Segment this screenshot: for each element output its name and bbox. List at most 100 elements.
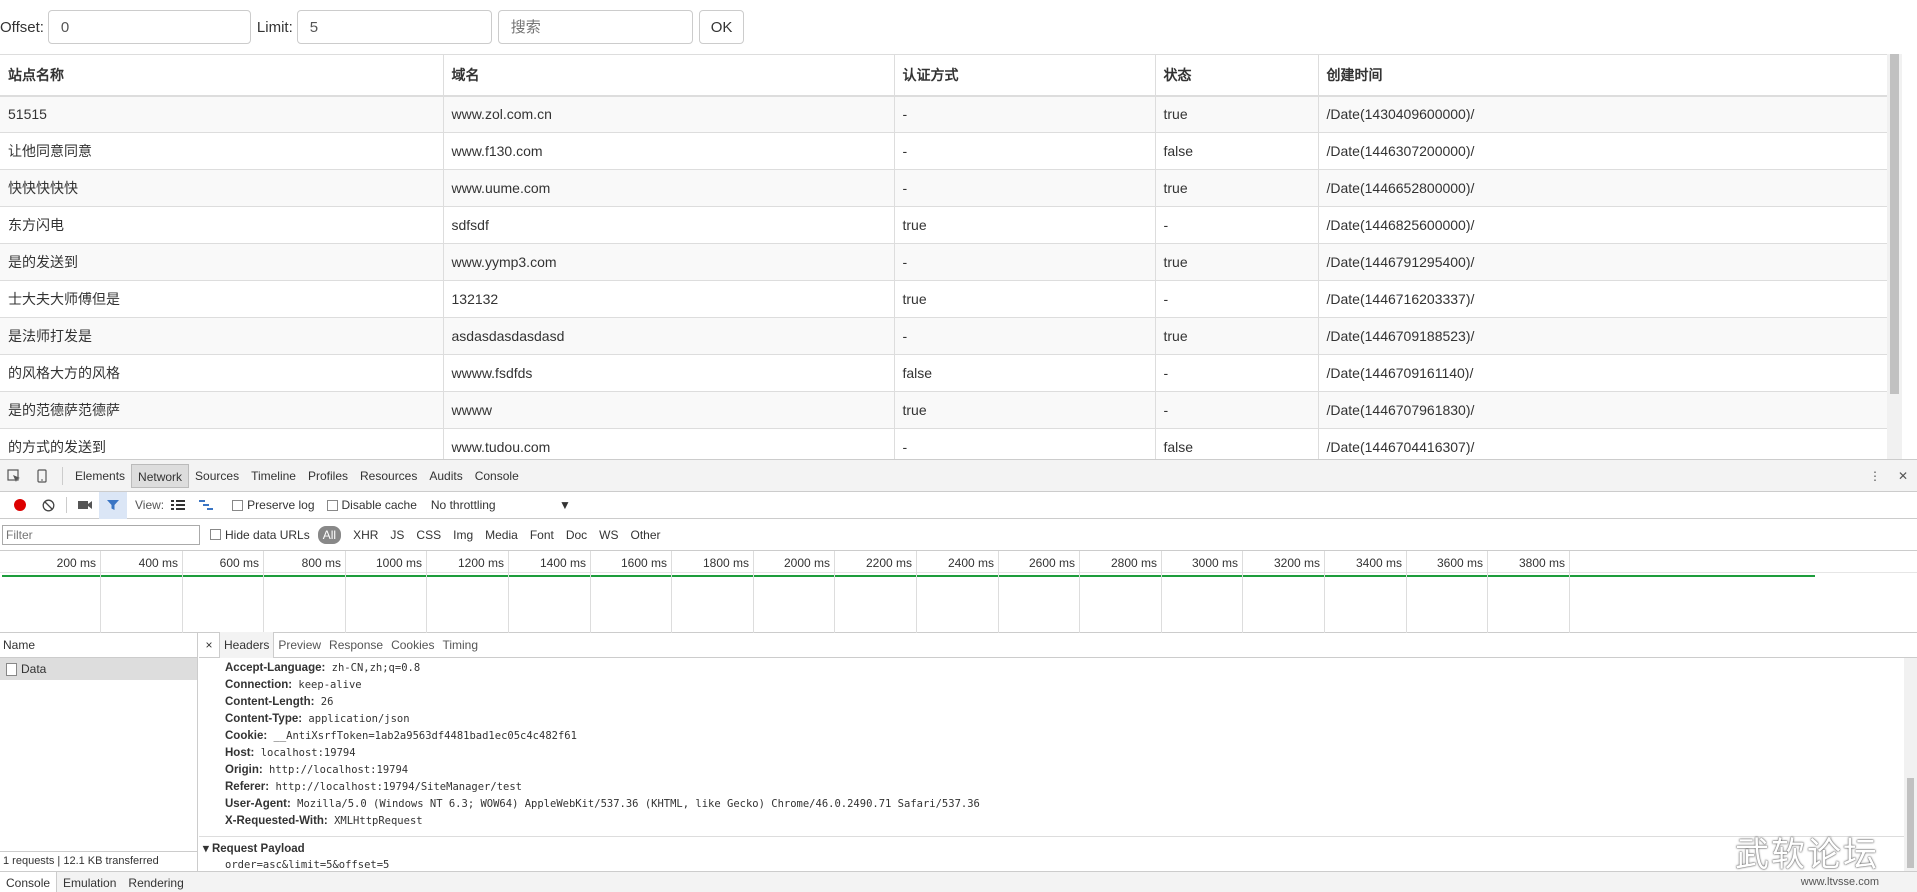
large-rows-icon[interactable] [164,492,192,519]
table-cell: - [893,317,1155,355]
tab-resources[interactable]: Resources [354,464,423,488]
table-row[interactable]: 东方闪电 sdfsdf true -/Date(1446825600000)/ [0,206,1902,244]
filter-type-img[interactable]: Img [453,526,473,544]
detail-tab-timing[interactable]: Timing [438,632,482,658]
timeline-tick-label: 1800 ms [702,556,749,570]
devtools-tabbar: Elements Network Sources Timeline Profiles Re… [0,460,1917,492]
tab-network[interactable]: Network [131,463,190,488]
device-mode-icon[interactable] [28,460,56,492]
drawer-tab-emulation[interactable]: Emulation [57,872,122,892]
screenshot-camera-icon[interactable] [71,492,99,519]
filter-funnel-icon[interactable] [99,491,127,519]
detail-tab-cookies[interactable]: Cookies [387,632,438,658]
header-row: X-Requested-With: XMLHttpRequest [225,813,1917,830]
column-header[interactable]: 域名 [442,54,894,97]
filter-type-media[interactable]: Media [485,526,518,544]
filter-type-doc[interactable]: Doc [566,526,587,544]
divider [66,497,67,513]
disable-cache-checkbox[interactable] [326,499,338,511]
offset-input[interactable] [47,10,251,44]
name-column-header[interactable]: Name [0,632,197,658]
detail-tab-headers[interactable]: Headers [219,631,275,658]
ok-button[interactable]: OK [698,10,745,44]
table-header-row: 站点名称 域名 认证方式 状态 创建时间 [0,54,1902,97]
drawer-tab-console[interactable]: Console [0,871,58,892]
table-row[interactable]: 的风格大方的风格 wwww.fsdfds false -/Date(144670916… [0,354,1902,392]
table-cell: - [893,169,1155,207]
tab-elements[interactable]: Elements [69,464,131,488]
filter-type-font[interactable]: Font [530,526,554,544]
table-cell: www.uume.com [442,169,894,207]
filter-type-all[interactable]: All [317,525,342,544]
search-input[interactable] [497,10,693,44]
table-scrollbar[interactable] [1887,54,1902,459]
preserve-log-checkbox[interactable] [232,499,244,511]
table-row[interactable]: 让他同意同意 www.f130.com - false/Date(1446307200… [0,132,1902,170]
tab-profiles[interactable]: Profiles [302,464,354,488]
timeline-tick-label: 3600 ms [1436,556,1483,570]
close-detail-icon[interactable]: × [199,638,219,652]
close-devtools-icon[interactable]: ✕ [1889,460,1917,492]
column-header[interactable]: 状态 [1154,54,1318,97]
table-row[interactable]: 士大夫大师傅但是 132132 true -/Date(1446716203337)/ [0,280,1902,318]
column-header[interactable]: 创建时间 [1317,54,1902,97]
header-key: Cookie: [225,730,268,742]
timeline-tick-label: 800 ms [301,556,341,570]
header-row: Content-Type: application/json [225,711,1917,728]
tab-timeline[interactable]: Timeline [245,464,302,488]
triangle-down-icon: ▾ [203,843,209,855]
filter-type-xhr[interactable]: XHR [353,526,378,544]
filter-type-js[interactable]: JS [390,526,404,544]
timeline-tick-label: 400 ms [138,556,178,570]
table-body: 51515 www.zol.com.cn - true/Date(1430409600… [0,95,1902,459]
clear-icon[interactable] [34,492,62,519]
table-row[interactable]: 是的发送到 www.yymp3.com - true/Date(14467912954… [0,243,1902,281]
column-header[interactable]: 站点名称 [0,54,443,97]
detail-scrollbar-thumb[interactable] [1907,778,1914,868]
tab-sources[interactable]: Sources [189,464,245,488]
request-payload-section[interactable]: ▾ Request Payload order=asc&limit=5&offs… [199,836,1917,871]
table-cell: - [1154,354,1318,392]
more-menu-icon[interactable]: ⋮ [1861,460,1889,492]
table-cell: - [893,132,1155,170]
column-header[interactable]: 认证方式 [893,54,1155,97]
table-scrollbar-thumb[interactable] [1890,54,1899,394]
table-row[interactable]: 51515 www.zol.com.cn - true/Date(1430409600… [0,95,1902,133]
limit-input[interactable] [296,10,492,44]
detail-tab-preview[interactable]: Preview [274,632,325,658]
request-name: Data [21,662,47,676]
drawer-tab-rendering[interactable]: Rendering [122,872,189,892]
detail-tab-response[interactable]: Response [325,632,387,658]
tab-audits[interactable]: Audits [423,464,468,488]
table-row[interactable]: 的方式的发送到 www.tudou.com - false/Date(14467044… [0,428,1902,459]
table-row[interactable]: 是的范德萨范德萨 wwww true -/Date(1446707961830)/ [0,391,1902,429]
throttling-select[interactable]: No throttling ▼ [431,498,571,512]
timeline-tick-label: 3000 ms [1191,556,1238,570]
request-list: Name Data 1 requests | 12.1 KB transferr… [0,632,198,892]
header-row: Content-Length: 26 [225,694,1917,711]
table-cell: 的方式的发送到 [0,428,443,459]
table-cell: false [1154,428,1318,459]
filter-type-other[interactable]: Other [631,526,661,544]
record-icon[interactable] [6,492,34,519]
table-row[interactable]: 是法师打发是 asdasdasdasdasd - true/Date(14467091… [0,317,1902,355]
table-row[interactable]: 快快快快快 www.uume.com - true/Date(144665280000… [0,169,1902,207]
filter-input[interactable] [2,524,200,545]
filter-type-css[interactable]: CSS [416,526,441,544]
hide-data-urls-checkbox[interactable] [210,529,221,540]
timeline-tick-label: 2000 ms [783,556,830,570]
devtools-tabs: Elements Network Sources Timeline Profiles Re… [69,463,525,488]
header-value: http://localhost:19794 [269,764,409,776]
tab-console[interactable]: Console [469,464,525,488]
network-overview-timeline[interactable]: 200 ms 400 ms 600 ms 800 ms 1000 ms 1200 ms 14… [0,551,1917,633]
timeline-tick-label: 3400 ms [1355,556,1402,570]
network-toolbar: View: Preserve log Disable cache No thro… [0,491,1917,519]
overview-waterfall-icon[interactable] [192,492,220,519]
sites-table-container: 站点名称 域名 认证方式 状态 创建时间 51515 www.zol.com.cn - tru… [0,54,1902,459]
request-row[interactable]: Data [0,658,197,680]
table-cell: /Date(1446716203337)/ [1317,280,1902,318]
inspect-element-icon[interactable] [0,460,28,492]
preserve-log-label: Preserve log [247,498,315,512]
detail-scrollbar[interactable] [1904,658,1917,875]
filter-type-ws[interactable]: WS [599,526,618,544]
